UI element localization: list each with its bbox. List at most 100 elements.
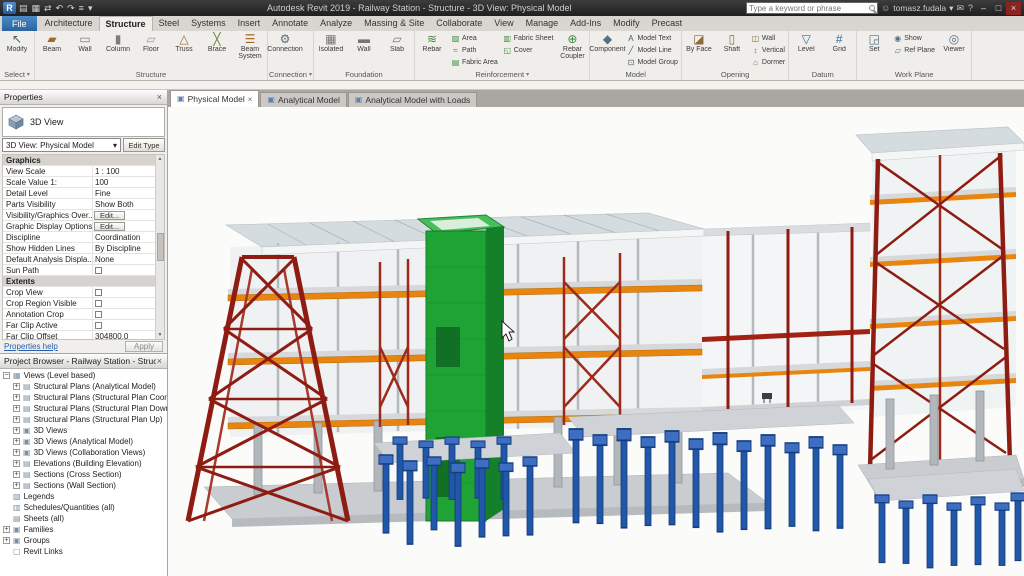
panel-label[interactable]: Select▾ bbox=[1, 69, 33, 80]
ribbon-tab[interactable]: Precast bbox=[646, 16, 689, 30]
ribbon-tab[interactable]: Insert bbox=[232, 16, 267, 30]
qat-customize-icon[interactable]: ▾ bbox=[88, 4, 93, 13]
ribbon-tab[interactable]: Structure bbox=[99, 16, 153, 31]
ribbon-tool[interactable]: ▮Column bbox=[102, 32, 134, 69]
ribbon-tab[interactable]: Add-Ins bbox=[564, 16, 607, 30]
ribbon-tool[interactable]: ◪By Face bbox=[683, 32, 715, 69]
property-row[interactable]: Visibility/Graphics Over... Edit... Edit… bbox=[3, 210, 155, 221]
expander-icon[interactable]: + bbox=[13, 471, 20, 478]
ribbon-tool[interactable]: ⚙Connection bbox=[269, 32, 301, 69]
property-row[interactable]: Scale Value 1: 100 100 bbox=[3, 177, 155, 188]
expander-icon[interactable]: + bbox=[13, 427, 20, 434]
ribbon-tool[interactable]: ▰Beam bbox=[36, 32, 68, 69]
browser-item[interactable]: + ▤ Structural Plans (Structural Plan Do… bbox=[0, 403, 167, 414]
close-icon[interactable]: × bbox=[156, 356, 163, 366]
project-browser-header[interactable]: Project Browser - Railway Station - Stru… bbox=[0, 354, 167, 369]
ribbon-tool[interactable]: ▬Wall bbox=[348, 32, 380, 69]
property-row[interactable]: Annotation Crop bbox=[3, 309, 155, 320]
apply-button[interactable]: Apply bbox=[125, 341, 163, 352]
browser-item[interactable]: + ▤ Elevations (Building Elevation) bbox=[0, 458, 167, 469]
browser-item[interactable]: + ▤ Structural Plans (Structural Plan Up… bbox=[0, 414, 167, 425]
property-row[interactable]: Detail Level Fine Fine bbox=[3, 188, 155, 199]
edit-type-button[interactable]: Edit Type bbox=[123, 138, 165, 152]
view-type-dropdown[interactable]: 3D View: Physical Model ▾ bbox=[2, 138, 121, 152]
scroll-down-icon[interactable]: ▼ bbox=[158, 332, 163, 338]
expander-icon[interactable]: + bbox=[13, 394, 20, 401]
ribbon-tool[interactable]: #Grid bbox=[823, 32, 855, 69]
view-tab[interactable]: ▣ Analytical Model bbox=[260, 92, 346, 107]
expander-icon[interactable]: + bbox=[3, 526, 10, 533]
expander-icon[interactable]: + bbox=[13, 405, 20, 412]
property-row[interactable]: Parts Visibility Show Both Show Both bbox=[3, 199, 155, 210]
ribbon-tool[interactable]: ⊡Model Group bbox=[624, 56, 679, 68]
browser-item[interactable]: + ▣ 3D Views (Analytical Model) bbox=[0, 436, 167, 447]
ribbon-tool[interactable]: ◆Component bbox=[591, 32, 623, 69]
panel-label[interactable]: Work Plane bbox=[858, 69, 970, 80]
ribbon-tool[interactable]: ◎Viewer bbox=[938, 32, 970, 69]
property-row[interactable]: Extents bbox=[3, 276, 155, 287]
ribbon-tool[interactable]: ╱Model Line bbox=[624, 44, 679, 56]
browser-item[interactable]: ▤ Sheets (all) bbox=[0, 513, 167, 524]
ribbon-tab[interactable]: Architecture bbox=[39, 16, 99, 30]
expander-icon[interactable]: − bbox=[3, 372, 10, 379]
view-tab[interactable]: ▣ Physical Model × bbox=[170, 90, 259, 107]
print-icon[interactable]: ≡ bbox=[79, 4, 84, 13]
ribbon-tool[interactable]: ▱Slab bbox=[381, 32, 413, 69]
ribbon-tab[interactable]: View bbox=[488, 16, 519, 30]
open-icon[interactable]: ▤ bbox=[19, 4, 28, 13]
checkbox[interactable] bbox=[95, 267, 102, 274]
ribbon-tab[interactable]: Massing & Site bbox=[358, 16, 430, 30]
type-selector[interactable]: 3D View bbox=[2, 107, 165, 137]
sync-icon[interactable]: ⇄ bbox=[44, 4, 52, 13]
ribbon-tab[interactable]: Collaborate bbox=[430, 16, 488, 30]
ribbon-tool[interactable]: ↖Modify bbox=[1, 32, 33, 69]
close-tab-icon[interactable]: × bbox=[248, 95, 253, 104]
ribbon-tab[interactable]: Modify bbox=[607, 16, 646, 30]
scroll-up-icon[interactable]: ▲ bbox=[158, 156, 163, 162]
ribbon-tab[interactable]: Analyze bbox=[314, 16, 358, 30]
ribbon-tool[interactable]: ⌂Dormer bbox=[749, 56, 787, 68]
browser-item[interactable]: ▥ Schedules/Quantities (all) bbox=[0, 502, 167, 513]
save-icon[interactable]: ▦ bbox=[32, 4, 41, 13]
ribbon-tool[interactable]: ▥Fabric Sheet bbox=[501, 32, 556, 44]
ribbon-tool[interactable]: ╳Brace bbox=[201, 32, 233, 69]
search-icon[interactable] bbox=[869, 5, 875, 11]
ribbon-tool[interactable]: ◫Wall bbox=[749, 32, 787, 44]
search-input[interactable] bbox=[749, 4, 867, 13]
expander-icon[interactable]: + bbox=[13, 383, 20, 390]
undo-icon[interactable]: ↶ bbox=[56, 4, 64, 13]
edit-button[interactable]: Edit... bbox=[94, 222, 125, 231]
property-row[interactable]: Graphic Display Options Edit... Edit... bbox=[3, 221, 155, 232]
browser-item[interactable]: + ▣ Families bbox=[0, 524, 167, 535]
ribbon-tool[interactable]: ▭Wall bbox=[69, 32, 101, 69]
ribbon-tool[interactable]: ◱Cover bbox=[501, 44, 556, 56]
edit-button[interactable]: Edit... bbox=[94, 211, 125, 220]
property-row[interactable]: Show Hidden Lines By Discipline By Disci… bbox=[3, 243, 155, 254]
revit-logo[interactable]: R bbox=[3, 2, 16, 14]
panel-label[interactable]: Opening bbox=[683, 69, 787, 80]
close-icon[interactable]: × bbox=[156, 92, 163, 102]
checkbox[interactable] bbox=[95, 289, 102, 296]
browser-item[interactable]: ▢ Revit Links bbox=[0, 546, 167, 557]
ribbon-tool[interactable]: ≈Path bbox=[449, 44, 500, 56]
help-icon[interactable]: ? bbox=[968, 3, 973, 14]
property-row[interactable]: Default Analysis Displa... None None bbox=[3, 254, 155, 265]
3d-viewport[interactable] bbox=[168, 107, 1024, 576]
ribbon-tool[interactable]: ▱Floor bbox=[135, 32, 167, 69]
ribbon-tool[interactable]: ↕Vertical bbox=[749, 44, 787, 56]
ribbon-tool[interactable]: △Truss bbox=[168, 32, 200, 69]
expander-icon[interactable]: + bbox=[3, 537, 10, 544]
browser-item[interactable]: + ▣ 3D Views (Collaboration Views) bbox=[0, 447, 167, 458]
expander-icon[interactable]: + bbox=[13, 449, 20, 456]
checkbox[interactable] bbox=[95, 311, 102, 318]
panel-label[interactable]: Datum bbox=[790, 69, 855, 80]
browser-item[interactable]: − ▦ Views (Level based) bbox=[0, 370, 167, 381]
ribbon-tool[interactable]: ◉Show bbox=[891, 32, 937, 44]
property-row[interactable]: Crop Region Visible bbox=[3, 298, 155, 309]
property-row[interactable]: Discipline Coordination Coordination bbox=[3, 232, 155, 243]
properties-scrollbar[interactable]: ▲ ▼ bbox=[155, 155, 164, 339]
ribbon-tool[interactable]: ▤Fabric Area bbox=[449, 56, 500, 68]
ribbon-tab[interactable]: Annotate bbox=[266, 16, 314, 30]
expander-icon[interactable]: + bbox=[13, 460, 20, 467]
ribbon-tool[interactable]: ▯Shaft bbox=[716, 32, 748, 69]
